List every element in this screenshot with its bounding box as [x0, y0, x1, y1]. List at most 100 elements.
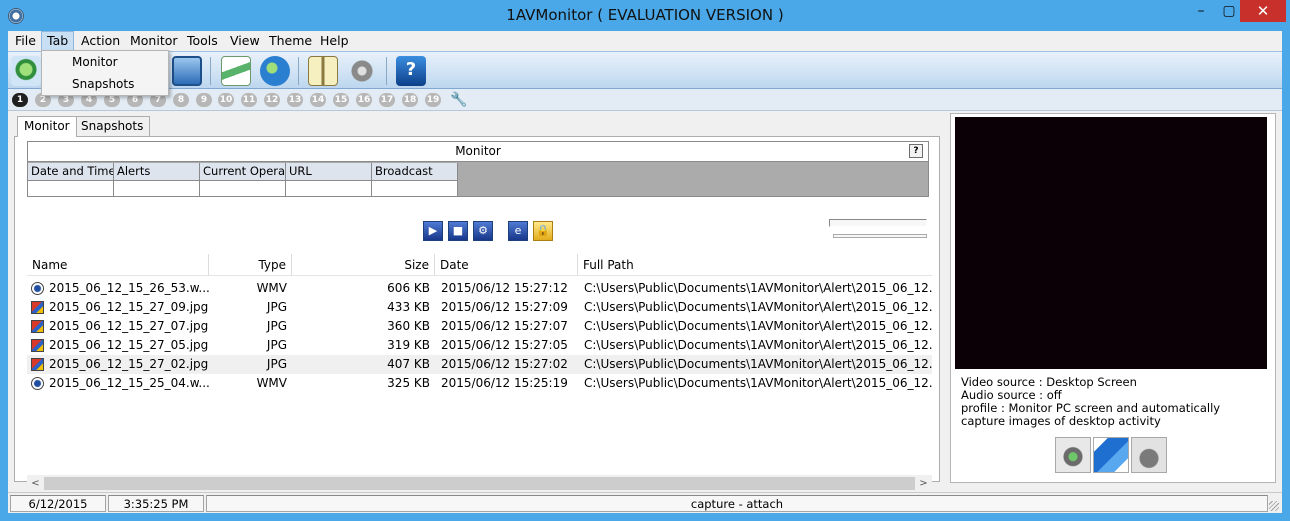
browser-button[interactable]: e [508, 221, 528, 241]
webcam-icon[interactable] [1055, 437, 1091, 473]
status-bar: 6/12/2015 3:35:25 PM capture - attach [8, 492, 1282, 513]
column-type[interactable]: Type [209, 254, 292, 276]
column-broadcast[interactable]: Broadcast [372, 163, 458, 180]
grid-cell[interactable] [286, 180, 372, 196]
column-url[interactable]: URL [286, 163, 372, 180]
column-alerts[interactable]: Alerts [114, 163, 200, 180]
menu-view[interactable]: View [225, 31, 265, 51]
grid-cell[interactable] [200, 180, 286, 196]
file-type: JPG [266, 300, 287, 314]
tab-number-8[interactable]: 8 [173, 93, 189, 107]
menu-action[interactable]: Action [76, 31, 125, 51]
file-size: 319 KB [387, 338, 430, 352]
tab-number-10[interactable]: 10 [218, 93, 234, 107]
camera-disabled-icon[interactable] [1131, 437, 1167, 473]
wmv-file-icon [31, 377, 44, 390]
video-preview[interactable] [955, 117, 1267, 369]
maximize-button[interactable]: ▢ [1218, 0, 1240, 22]
stop-button[interactable]: ■ [448, 221, 468, 241]
status-message: capture - attach [206, 495, 1268, 512]
level-meter-secondary [833, 234, 927, 238]
monitor-tab-content: Monitor ? Date and Time Alerts Current O… [14, 136, 940, 492]
tab-number-9[interactable]: 9 [196, 93, 212, 107]
horizontal-scrollbar[interactable]: < > [27, 475, 932, 492]
dropdown-item-monitor[interactable]: Monitor [72, 55, 118, 69]
menu-monitor[interactable]: Monitor [125, 31, 183, 51]
tab-number-18[interactable]: 18 [402, 93, 418, 107]
tab-number-12[interactable]: 12 [264, 93, 280, 107]
column-size[interactable]: Size [292, 254, 435, 276]
globe-icon[interactable] [260, 56, 290, 86]
file-date: 2015/06/12 15:27:09 [441, 300, 568, 314]
monitor-icon[interactable] [11, 56, 41, 86]
menu-tab[interactable]: Tab [41, 31, 75, 51]
close-button[interactable]: ✕ [1240, 0, 1286, 22]
screens-icon[interactable] [1093, 437, 1129, 473]
tab-number-11[interactable]: 11 [241, 93, 257, 107]
tab-number-15[interactable]: 15 [333, 93, 349, 107]
play-button[interactable]: ▶ [423, 221, 443, 241]
file-type: JPG [266, 319, 287, 333]
tab-number-16[interactable]: 16 [356, 93, 372, 107]
file-name: 2015_06_12_15_27_05.jpg [49, 338, 209, 352]
column-date-and-time[interactable]: Date and Time [28, 163, 114, 180]
tab-number-strip: 1 2 3 4 5 6 7 8 9 10 11 12 13 14 15 16 1… [8, 89, 1282, 111]
status-date: 6/12/2015 [10, 495, 106, 512]
grid-cell[interactable] [28, 180, 114, 196]
toolbar-separator [298, 57, 299, 85]
tab-number-13[interactable]: 13 [287, 93, 303, 107]
settings-wrench-button[interactable]: ⚙ [473, 221, 493, 241]
column-current-operation[interactable]: Current Opera [200, 163, 286, 180]
title-bar[interactable]: 1AVMonitor ( EVALUATION VERSION ) – ▢ ✕ [0, 0, 1290, 31]
file-path: C:\Users\Public\Documents\1AVMonitor\Ale… [584, 281, 932, 295]
tab-monitor[interactable]: Monitor [17, 116, 77, 137]
table-row[interactable]: 2015_06_12_15_27_07.jpg JPG 360 KB 2015/… [27, 317, 932, 336]
wrench-icon[interactable]: 🔧 [450, 92, 467, 108]
menu-tools[interactable]: Tools [182, 31, 223, 51]
column-name[interactable]: Name [27, 254, 209, 276]
file-size: 433 KB [387, 300, 430, 314]
dropdown-item-snapshots[interactable]: Snapshots [72, 77, 134, 91]
tab-number-14[interactable]: 14 [310, 93, 326, 107]
screen-icon[interactable] [172, 56, 202, 86]
column-full-path[interactable]: Full Path [578, 254, 932, 276]
resize-grip-icon[interactable] [1269, 501, 1279, 511]
scroll-left-icon[interactable]: < [27, 475, 44, 492]
jpg-file-icon [31, 320, 44, 333]
file-name: 2015_06_12_15_26_53.w... [49, 281, 209, 295]
jpg-file-icon [31, 339, 44, 352]
scroll-thumb[interactable] [44, 477, 915, 490]
grid-cell[interactable] [114, 180, 200, 196]
menu-help[interactable]: Help [315, 31, 354, 51]
toolbar-separator [210, 57, 211, 85]
gear-icon[interactable] [347, 56, 377, 86]
menu-file[interactable]: File [10, 31, 41, 51]
scroll-right-icon[interactable]: > [915, 475, 932, 492]
help-icon[interactable]: ? [396, 56, 426, 86]
lock-button[interactable]: 🔒 [533, 221, 553, 241]
minimize-button[interactable]: – [1184, 0, 1218, 22]
tab-number-19[interactable]: 19 [425, 93, 441, 107]
tab-snapshots[interactable]: Snapshots [74, 116, 151, 136]
jpg-file-icon [31, 358, 44, 371]
table-row[interactable]: 2015_06_12_15_26_53.w... WMV 606 KB 2015… [27, 279, 932, 298]
monitor-grid: Monitor ? Date and Time Alerts Current O… [27, 141, 929, 197]
table-row[interactable]: 2015_06_12_15_25_04.w... WMV 325 KB 2015… [27, 374, 932, 393]
grid-cell[interactable] [372, 180, 458, 196]
monitor-grid-title: Monitor [28, 142, 928, 162]
grid-help-button[interactable]: ? [909, 144, 923, 158]
file-name: 2015_06_12_15_25_04.w... [49, 376, 209, 390]
tab-menu-dropdown: Monitor Snapshots [41, 50, 169, 96]
file-size: 360 KB [387, 319, 430, 333]
menu-theme[interactable]: Theme [264, 31, 317, 51]
table-row[interactable]: 2015_06_12_15_27_05.jpg JPG 319 KB 2015/… [27, 336, 932, 355]
email-icon[interactable] [221, 56, 251, 86]
table-row[interactable]: 2015_06_12_15_27_02.jpg JPG 407 KB 2015/… [27, 355, 932, 374]
file-path: C:\Users\Public\Documents\1AVMonitor\Ale… [584, 300, 932, 314]
tab-number-1[interactable]: 1 [12, 93, 28, 107]
column-date[interactable]: Date [435, 254, 578, 276]
tab-number-17[interactable]: 17 [379, 93, 395, 107]
table-row[interactable]: 2015_06_12_15_27_09.jpg JPG 433 KB 2015/… [27, 298, 932, 317]
book-icon[interactable] [308, 56, 338, 86]
app-window: 1AVMonitor ( EVALUATION VERSION ) – ▢ ✕ … [0, 0, 1290, 521]
